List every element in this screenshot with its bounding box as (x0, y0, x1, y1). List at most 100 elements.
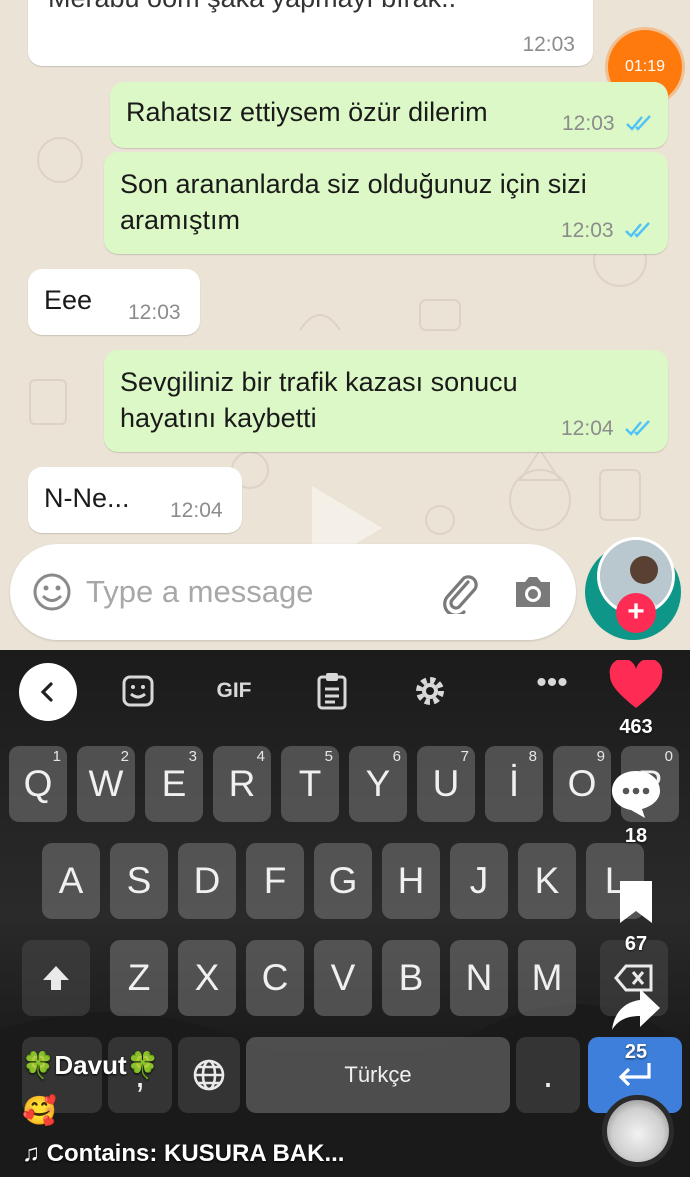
key-g[interactable]: G (314, 843, 372, 919)
key-label: V (330, 957, 356, 998)
key-label: U (432, 763, 460, 804)
gif-button[interactable]: GIF (204, 668, 264, 714)
key-number-hint: 6 (392, 748, 401, 765)
key-label: M (531, 957, 563, 998)
globe-icon (193, 1059, 225, 1091)
key-m[interactable]: M (518, 940, 576, 1016)
key-u[interactable]: U7 (417, 746, 475, 822)
message-composer[interactable]: Type a message (10, 544, 576, 640)
period-key[interactable]: . (516, 1037, 580, 1113)
message-text: Eee (44, 285, 93, 315)
key-label: K (534, 860, 560, 901)
double-tick-icon (625, 420, 650, 436)
key-label: F (263, 860, 287, 901)
space-label: Türkçe (344, 1062, 412, 1087)
key-number-hint: 8 (528, 748, 537, 765)
key-label: H (397, 860, 425, 901)
message-outgoing[interactable]: Son arananlarda siz olduğunuz için sizi … (104, 152, 668, 254)
key-s[interactable]: S (110, 843, 168, 919)
key-label: İ (508, 763, 520, 804)
key-number-hint: 0 (664, 748, 673, 765)
key-number-hint: 7 (460, 748, 469, 765)
music-label[interactable]: ♫ Contains: KUSURA BAK... (22, 1140, 344, 1168)
emoji-icon[interactable] (32, 572, 72, 612)
space-key[interactable]: Türkçe (246, 1037, 510, 1113)
clipboard-icon[interactable] (312, 668, 352, 714)
sticker-icon[interactable] (118, 668, 158, 714)
bookmark-icon[interactable] (608, 878, 664, 926)
key-label: N (465, 957, 493, 998)
key-e[interactable]: E3 (145, 746, 203, 822)
key-label: E (161, 763, 187, 804)
message-text-line: Sevgiliniz bir trafik kazası sonucu (120, 367, 518, 397)
chat-area: Merabu oom şaka yapmayı bırak.. 12:03 01… (0, 0, 690, 650)
key-t[interactable]: T5 (281, 746, 339, 822)
key-label: X (194, 957, 220, 998)
message-text: N-Ne... (44, 483, 130, 513)
key-k[interactable]: K (518, 843, 576, 919)
key-label: T (298, 763, 322, 804)
more-icon[interactable]: ••• (532, 660, 572, 706)
key-b[interactable]: B (382, 940, 440, 1016)
like-count: 463 (619, 716, 653, 738)
key-number-hint: 9 (596, 748, 605, 765)
like-heart-icon[interactable] (608, 660, 664, 710)
attach-icon[interactable] (438, 570, 482, 614)
message-incoming[interactable]: Eee 12:03 (28, 269, 200, 335)
comment-icon[interactable] (608, 768, 664, 820)
key-n[interactable]: N (450, 940, 508, 1016)
key-d[interactable]: D (178, 843, 236, 919)
message-outgoing[interactable]: Sevgiliniz bir trafik kazası sonucu haya… (104, 350, 668, 452)
key-label: S (126, 860, 152, 901)
key-label: A (58, 860, 84, 901)
key-number-hint: 1 (52, 748, 61, 765)
message-input-placeholder[interactable]: Type a message (86, 574, 313, 610)
key-y[interactable]: Y6 (349, 746, 407, 822)
key-i̇[interactable]: İ8 (485, 746, 543, 822)
message-incoming[interactable]: N-Ne... 12:04 (28, 467, 242, 533)
double-tick-icon (626, 115, 651, 131)
shift-icon (43, 966, 69, 990)
keyboard: GIF ••• Q1W2E3R4T5Y6U7İ8O9P0 ASDFGHJKL Z… (0, 650, 690, 1177)
message-text-line: Son arananlarda siz olduğunuz için sizi (120, 169, 587, 199)
key-label: O (567, 763, 597, 804)
key-label: R (228, 763, 256, 804)
author-name[interactable]: 🍀Davut🍀 (22, 1050, 159, 1081)
double-tick-icon (625, 222, 650, 238)
key-label: W (88, 763, 124, 804)
message-text-line: hayatını kaybetti (120, 403, 317, 433)
key-f[interactable]: F (246, 843, 304, 919)
key-r[interactable]: R4 (213, 746, 271, 822)
message-text-line: aramıştım (120, 205, 241, 235)
language-key[interactable] (178, 1037, 240, 1113)
message-outgoing[interactable]: Rahatsız ettiysem özür dilerim 12:03 (110, 82, 668, 148)
key-o[interactable]: O9 (553, 746, 611, 822)
key-x[interactable]: X (178, 940, 236, 1016)
key-q[interactable]: Q1 (9, 746, 67, 822)
key-number-hint: 3 (188, 748, 197, 765)
share-count: 25 (624, 1041, 648, 1063)
key-c[interactable]: C (246, 940, 304, 1016)
keyboard-back-button[interactable] (19, 663, 77, 721)
key-number-hint: 5 (324, 748, 333, 765)
message-text: Rahatsız ettiysem özür dilerim (126, 97, 488, 127)
shift-key[interactable] (22, 940, 90, 1016)
enter-icon (618, 1063, 651, 1087)
key-label: Z (127, 957, 151, 998)
message-text: Merabu oom şaka yapmayı bırak.. (48, 0, 456, 16)
key-a[interactable]: A (42, 843, 100, 919)
key-w[interactable]: W2 (77, 746, 135, 822)
share-icon[interactable] (608, 986, 664, 1032)
settings-gear-icon[interactable] (410, 668, 450, 714)
key-z[interactable]: Z (110, 940, 168, 1016)
key-label: Q (23, 763, 53, 804)
music-disc[interactable] (602, 1095, 674, 1167)
message-incoming[interactable]: Merabu oom şaka yapmayı bırak.. 12:03 (28, 0, 593, 66)
key-label: G (328, 860, 358, 901)
key-j[interactable]: J (450, 843, 508, 919)
follow-plus-button[interactable]: + (616, 593, 656, 633)
key-v[interactable]: V (314, 940, 372, 1016)
camera-icon[interactable] (512, 574, 554, 610)
key-h[interactable]: H (382, 843, 440, 919)
save-count: 67 (624, 933, 648, 955)
